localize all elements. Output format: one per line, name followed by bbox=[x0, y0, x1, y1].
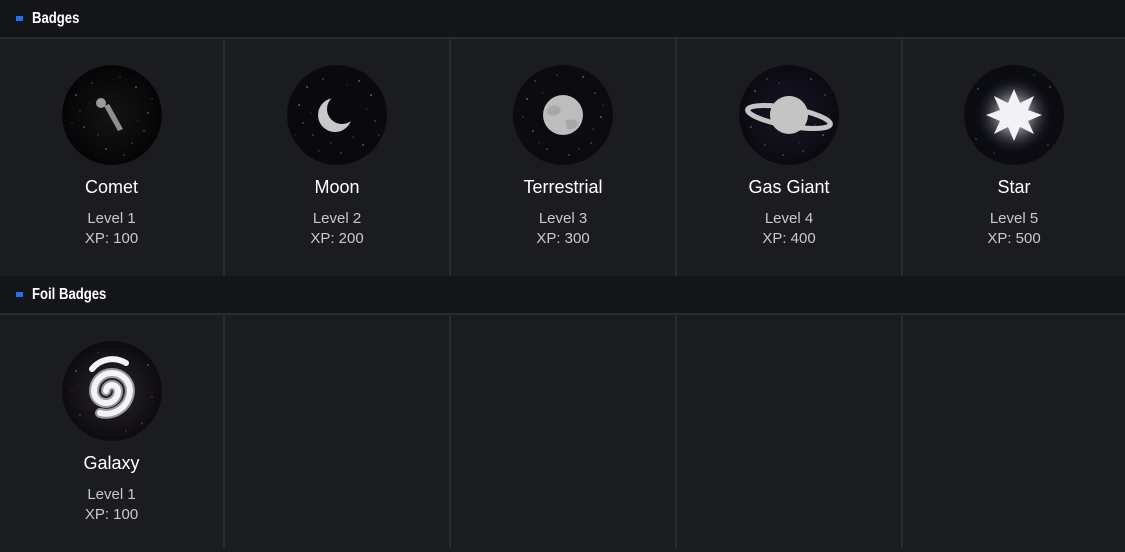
gas-giant-icon bbox=[739, 65, 839, 165]
badge-card-galaxy[interactable]: Galaxy Level 1 XP: 100 bbox=[0, 315, 225, 548]
badge-card-moon[interactable]: Moon Level 2 XP: 200 bbox=[225, 39, 451, 276]
badge-card-comet[interactable]: Comet Level 1 XP: 100 bbox=[0, 39, 225, 276]
badge-name: Moon bbox=[314, 177, 360, 197]
badge-level: Level 2 bbox=[312, 210, 362, 227]
section-title: Foil Badges bbox=[32, 285, 107, 303]
moon-icon bbox=[287, 65, 387, 165]
badges-section-header: Badges bbox=[0, 0, 1125, 39]
comet-icon bbox=[61, 65, 162, 165]
empty-badge-slot bbox=[451, 315, 677, 548]
badge-xp: XP: 400 bbox=[762, 230, 816, 247]
badge-level: Level 1 bbox=[87, 486, 136, 503]
foil-badges-grid: Galaxy Level 1 XP: 100 bbox=[0, 315, 1125, 548]
badge-name: Galaxy bbox=[83, 453, 140, 473]
badge-level: Level 1 bbox=[87, 210, 136, 227]
badge-name: Gas Giant bbox=[748, 177, 830, 197]
badge-level: Level 5 bbox=[989, 210, 1039, 227]
empty-badge-slot bbox=[225, 315, 451, 548]
empty-badge-slot bbox=[677, 315, 903, 548]
badge-xp: XP: 500 bbox=[987, 230, 1041, 247]
badge-card-star[interactable]: Star Level 5 XP: 500 bbox=[903, 39, 1125, 276]
section-title: Badges bbox=[32, 9, 80, 27]
badge-level: Level 4 bbox=[764, 210, 814, 227]
badge-name: Star bbox=[997, 177, 1031, 197]
galaxy-icon bbox=[61, 341, 162, 441]
badge-xp: XP: 100 bbox=[84, 230, 139, 247]
badges-grid: Comet Level 1 XP: 100 Moon Level 2 XP: 2… bbox=[0, 39, 1125, 276]
section-marker bbox=[16, 16, 23, 21]
badge-card-terrestrial[interactable]: Terrestrial Level 3 XP: 300 bbox=[451, 39, 677, 276]
section-marker bbox=[16, 292, 23, 297]
badge-xp: XP: 100 bbox=[84, 506, 139, 523]
star-icon bbox=[964, 65, 1064, 165]
foil-badges-section-header: Foil Badges bbox=[0, 276, 1125, 315]
badge-xp: XP: 300 bbox=[536, 230, 590, 247]
badge-card-gas-giant[interactable]: Gas Giant Level 4 XP: 400 bbox=[677, 39, 903, 276]
terrestrial-planet-icon bbox=[513, 65, 613, 165]
badge-xp: XP: 200 bbox=[310, 230, 364, 247]
badge-name: Terrestrial bbox=[523, 177, 603, 197]
badge-name: Comet bbox=[84, 177, 138, 197]
empty-badge-slot bbox=[903, 315, 1125, 548]
badge-level: Level 3 bbox=[538, 210, 588, 227]
